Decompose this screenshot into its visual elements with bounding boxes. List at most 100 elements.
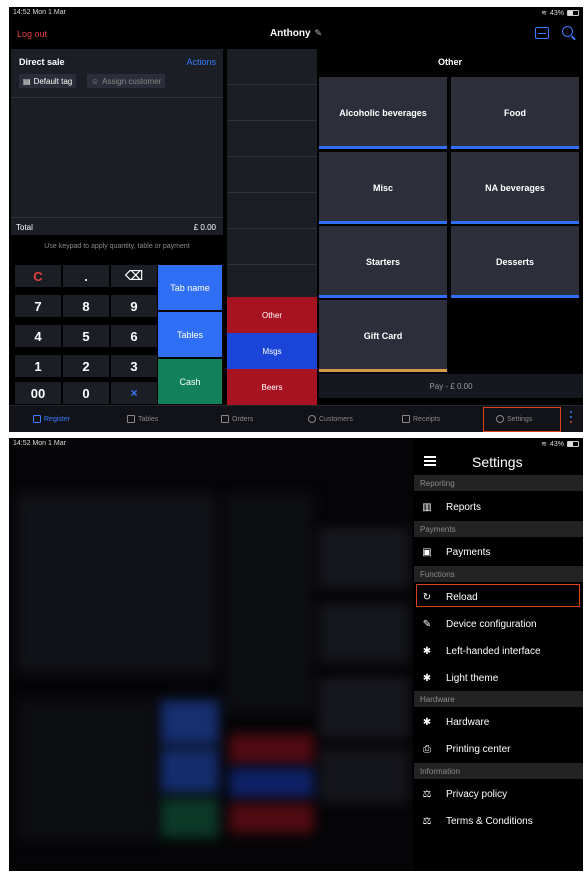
- category-desserts[interactable]: Desserts: [451, 226, 579, 298]
- key-00[interactable]: 00: [15, 382, 61, 404]
- gear-icon: ✱: [422, 716, 432, 728]
- total-value: £ 0.00: [193, 223, 216, 232]
- gear-icon: ✱: [422, 672, 432, 684]
- settings-menu: Settings Reporting ▥ Reports Payments ▣ …: [414, 438, 583, 871]
- menu-item-terms[interactable]: ⚖ Terms & Conditions: [414, 808, 583, 834]
- tables-icon: [127, 415, 135, 423]
- tab-name-button[interactable]: Tab name: [158, 265, 222, 310]
- orders-icon: [221, 415, 229, 423]
- user-name: Anthony: [269, 28, 311, 39]
- category-food[interactable]: Food: [451, 77, 579, 149]
- key-8[interactable]: 8: [63, 295, 109, 317]
- receipts-icon: [402, 415, 410, 423]
- menu-item-payments[interactable]: ▣ Payments: [414, 539, 583, 565]
- battery-percent: 43%: [549, 440, 564, 448]
- top-bar: Log out Anthony ✎: [9, 20, 583, 47]
- customers-icon: [308, 415, 316, 423]
- assign-customer-button[interactable]: ☺ Assign customer: [87, 74, 166, 88]
- quick-slots: [227, 49, 317, 301]
- menu-item-privacy-policy[interactable]: ⚖ Privacy policy: [414, 781, 583, 807]
- category-alcoholic-beverages[interactable]: Alcoholic beverages: [319, 77, 447, 149]
- status-time: 14:52 Mon 1 Mar: [13, 9, 66, 16]
- settings-header: Settings: [414, 452, 583, 474]
- blurred-background: [9, 438, 413, 871]
- settings-highlight: [483, 407, 561, 432]
- hamburger-icon[interactable]: [424, 456, 436, 466]
- pay-button[interactable]: Pay - £ 0.00: [319, 374, 583, 398]
- menu-item-hardware[interactable]: ✱ Hardware: [414, 709, 583, 735]
- more-icon[interactable]: [569, 411, 573, 423]
- key-2[interactable]: 2: [63, 355, 109, 377]
- nav-register[interactable]: Register: [33, 415, 70, 423]
- sale-panel: Direct sale Actions ▤ Default tag ☺ Assi…: [11, 49, 223, 235]
- empty-slot[interactable]: [227, 121, 317, 157]
- key-backspace[interactable]: ⌫: [111, 265, 157, 287]
- nav-tables[interactable]: Tables: [127, 415, 158, 423]
- category-header: Other: [437, 57, 462, 67]
- register-screen: 14:52 Mon 1 Mar ≋ 43% Log out Anthony ✎ D…: [9, 7, 583, 432]
- battery-icon: [567, 441, 579, 447]
- section-information: Information: [414, 763, 583, 779]
- cash-icon: ▣: [422, 546, 432, 558]
- empty-slot[interactable]: [227, 85, 317, 121]
- barcode-scan-icon[interactable]: [535, 27, 549, 39]
- nav-receipts[interactable]: Receipts: [402, 415, 440, 423]
- empty-slot[interactable]: [227, 49, 317, 85]
- key-0[interactable]: 0: [63, 382, 109, 404]
- battery-icon: [567, 10, 579, 16]
- category-misc[interactable]: Misc: [319, 152, 447, 224]
- key-4[interactable]: 4: [15, 325, 61, 347]
- category-starters[interactable]: Starters: [319, 226, 447, 298]
- key-1[interactable]: 1: [15, 355, 61, 377]
- sale-title: Direct sale: [19, 57, 65, 67]
- key-9[interactable]: 9: [111, 295, 157, 317]
- section-payments: Payments: [414, 521, 583, 537]
- menu-item-device-configuration[interactable]: ✎ Device configuration: [414, 611, 583, 637]
- status-bar: 14:52 Mon 1 Mar ≋ 43%: [9, 438, 583, 451]
- beers-button[interactable]: Beers: [227, 369, 317, 405]
- nav-orders[interactable]: Orders: [221, 415, 253, 423]
- printer-icon: ⎙: [423, 743, 431, 755]
- scales-icon: ⚖: [422, 788, 432, 800]
- wifi-icon: ≋: [541, 441, 547, 448]
- tables-button[interactable]: Tables: [158, 312, 222, 357]
- empty-slot[interactable]: [227, 265, 317, 301]
- user-display[interactable]: Anthony ✎: [9, 28, 583, 39]
- nav-customers[interactable]: Customers: [308, 415, 353, 423]
- empty-slot[interactable]: [227, 193, 317, 229]
- wifi-icon: ≋: [541, 10, 547, 17]
- key-decimal[interactable]: .: [63, 265, 109, 287]
- total-label: Total: [16, 223, 33, 232]
- scales-icon: ⚖: [422, 815, 432, 827]
- edit-icon: ✎: [314, 28, 323, 38]
- divider: [11, 97, 223, 98]
- actions-button[interactable]: Actions: [186, 57, 216, 67]
- menu-item-left-handed[interactable]: ✱ Left-handed interface: [414, 638, 583, 664]
- empty-slot[interactable]: [227, 157, 317, 193]
- other-button[interactable]: Other: [227, 297, 317, 333]
- default-tag-button[interactable]: ▤ Default tag: [19, 74, 77, 88]
- menu-item-printing-center[interactable]: ⎙ Printing center: [414, 736, 583, 762]
- key-5[interactable]: 5: [63, 325, 109, 347]
- reload-highlight: [416, 584, 580, 607]
- key-7[interactable]: 7: [15, 295, 61, 317]
- msgs-button[interactable]: Msgs: [227, 333, 317, 369]
- tag-icon: ▤: [23, 76, 31, 86]
- category-na-beverages[interactable]: NA beverages: [451, 152, 579, 224]
- key-6[interactable]: 6: [111, 325, 157, 347]
- menu-item-light-theme[interactable]: ✱ Light theme: [414, 665, 583, 691]
- menu-item-reports[interactable]: ▥ Reports: [414, 494, 583, 520]
- section-functions: Functions: [414, 566, 583, 582]
- search-icon[interactable]: [562, 26, 573, 37]
- key-3[interactable]: 3: [111, 355, 157, 377]
- category-gift-card[interactable]: Gift Card: [319, 300, 447, 372]
- empty-slot[interactable]: [227, 229, 317, 265]
- status-time: 14:52 Mon 1 Mar: [13, 440, 66, 447]
- status-bar: 14:52 Mon 1 Mar ≋ 43%: [9, 7, 583, 20]
- divider: [11, 217, 223, 218]
- cash-button[interactable]: Cash: [158, 359, 222, 404]
- key-multiply[interactable]: ×: [111, 382, 157, 404]
- section-reporting: Reporting: [414, 475, 583, 491]
- bar-chart-icon: ▥: [422, 501, 432, 513]
- key-clear[interactable]: C: [15, 265, 61, 287]
